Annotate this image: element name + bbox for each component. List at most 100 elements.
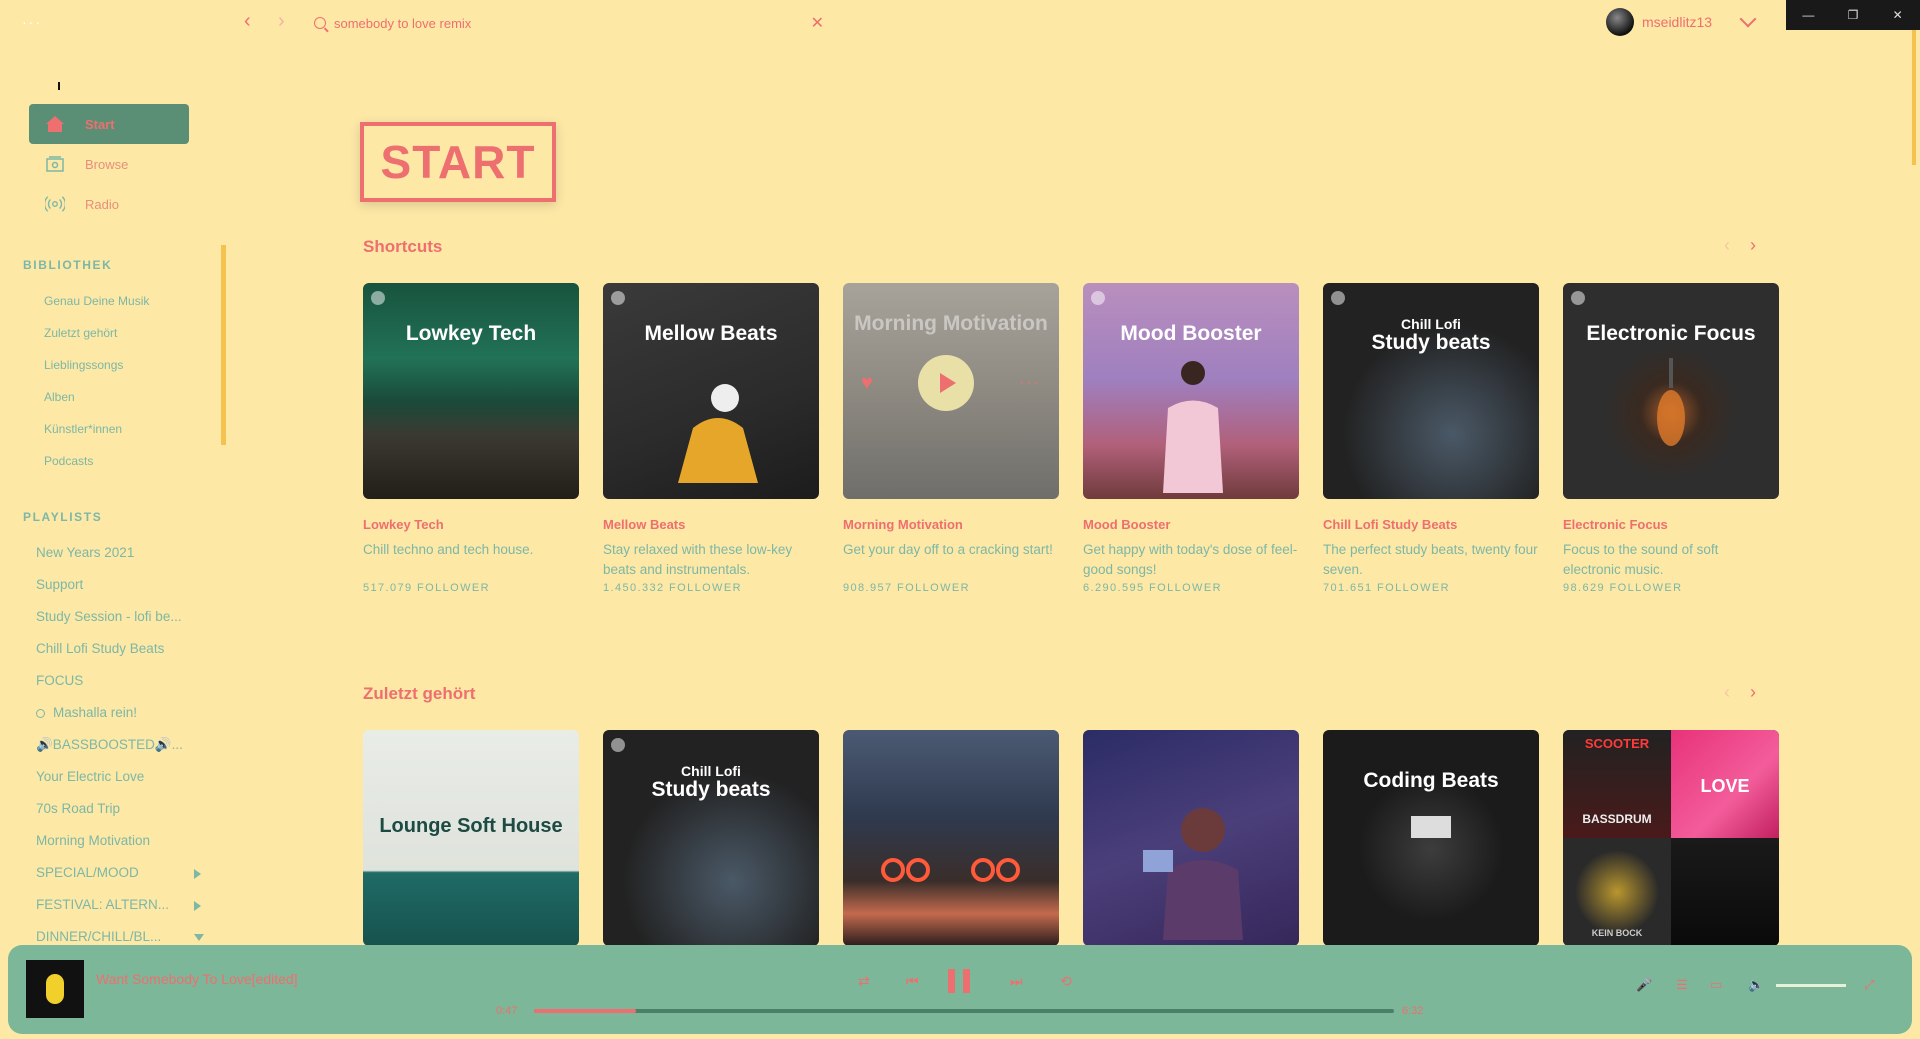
nav-start[interactable]: Start	[29, 104, 189, 144]
carousel-prev-icon[interactable]: ‹	[1724, 235, 1730, 255]
playlist-cover[interactable]: Mood Booster	[1083, 283, 1299, 499]
library-item[interactable]: Lieblingssongs	[44, 358, 123, 372]
recent-card[interactable]: Coding Beats	[1323, 730, 1539, 946]
playlist-item[interactable]: FOCUS	[36, 673, 206, 688]
library-item[interactable]: Alben	[44, 390, 75, 404]
recent-card[interactable]: SCOOTER BASSDRUM LOVE KEIN BOCK	[1563, 730, 1779, 946]
cover-title: Lounge Soft House	[379, 815, 563, 837]
folder-expand-icon[interactable]	[194, 901, 201, 911]
playlist-cover[interactable]: Mellow Beats	[603, 283, 819, 499]
avatar[interactable]	[1606, 8, 1634, 36]
next-icon[interactable]: ⏭	[1010, 973, 1023, 990]
playlist-cover[interactable]: SCOOTER BASSDRUM LOVE KEIN BOCK	[1563, 730, 1779, 946]
playlist-item[interactable]: 🔊BASSBOOSTED🔊...	[36, 737, 206, 753]
playlist-item[interactable]: Mashalla rein!	[36, 705, 206, 720]
lyrics-icon[interactable]: 🎤	[1636, 977, 1652, 993]
carousel-next-icon[interactable]: ›	[1750, 235, 1756, 255]
chevron-down-icon[interactable]	[1739, 10, 1757, 28]
playlist-item[interactable]: Support	[36, 577, 206, 592]
volume-icon[interactable]: 🔈	[1748, 977, 1764, 993]
restore-icon[interactable]: ❐	[1831, 0, 1876, 30]
card-followers: 701.651 FOLLOWER	[1323, 582, 1450, 594]
shortcut-card[interactable]: Lowkey Tech Lowkey Tech Chill techno and…	[363, 283, 579, 594]
playlist-cover[interactable]: Chill Lofi Study beats	[603, 730, 819, 946]
playlist-folder[interactable]: SPECIAL/MOOD	[36, 865, 206, 880]
pause-button[interactable]	[948, 969, 970, 993]
heart-icon[interactable]: ♥	[861, 372, 873, 395]
playlist-cover[interactable]	[1083, 730, 1299, 946]
playlist-item[interactable]: New Years 2021	[36, 545, 206, 560]
nav-radio[interactable]: Radio	[29, 184, 189, 224]
close-icon[interactable]: ✕	[1875, 0, 1920, 30]
cover-title: Mood Booster	[1120, 322, 1262, 345]
mosaic-tile: KEIN BOCK	[1563, 838, 1671, 946]
user-menu[interactable]: mseidlitz13	[1606, 8, 1757, 36]
playlist-item[interactable]: Study Session - lofi be...	[36, 609, 206, 624]
volume-slider[interactable]	[1776, 984, 1846, 987]
cover-small-title: Chill Lofi	[681, 763, 741, 779]
card-name[interactable]: Electronic Focus	[1563, 517, 1779, 532]
sidebar-scrollbar[interactable]	[221, 245, 226, 445]
playlist-cover[interactable]: Electronic Focus	[1563, 283, 1779, 499]
now-playing-cover[interactable]	[26, 960, 84, 1018]
recent-card[interactable]	[1083, 730, 1299, 946]
playlist-cover[interactable]: Lounge Soft House	[363, 730, 579, 946]
playlist-item[interactable]: Your Electric Love	[36, 769, 206, 784]
play-button[interactable]	[917, 355, 974, 411]
playlist-folder[interactable]: DINNER/CHILL/BL...	[36, 929, 206, 944]
previous-icon[interactable]: ⏮	[906, 973, 919, 990]
back-arrow-icon[interactable]: ‹	[244, 10, 251, 33]
now-playing-title[interactable]: Want Somebody To Love[edited]	[96, 971, 298, 987]
playlist-item[interactable]: Chill Lofi Study Beats	[36, 641, 206, 656]
spotify-logo-icon	[1571, 291, 1585, 305]
library-item[interactable]: Zuletzt gehört	[44, 326, 117, 340]
shuffle-icon[interactable]: ⇄	[858, 973, 870, 990]
shortcut-card[interactable]: Morning Motivation ♥ ··· Morning Motivat…	[843, 283, 1059, 594]
shortcut-card[interactable]: Mellow Beats Mellow Beats Stay relaxed w…	[603, 283, 819, 594]
folder-collapse-icon[interactable]	[194, 934, 204, 941]
minimize-icon[interactable]: —	[1786, 0, 1831, 30]
queue-icon[interactable]: ☰	[1676, 977, 1688, 993]
shortcut-card[interactable]: Mood Booster Mood Booster Get happy with…	[1083, 283, 1299, 594]
devices-icon[interactable]: ▭	[1710, 977, 1722, 993]
main-scrollbar[interactable]	[1912, 30, 1916, 165]
search-input[interactable]: somebody to love remix	[334, 16, 811, 31]
shortcut-card[interactable]: Electronic Focus Electronic Focus Focus …	[1563, 283, 1779, 594]
shortcut-card[interactable]: Chill Lofi Study beats Chill Lofi Study …	[1323, 283, 1539, 594]
playlist-cover[interactable]: Lowkey Tech	[363, 283, 579, 499]
playlist-cover[interactable]: Chill Lofi Study beats	[1323, 283, 1539, 499]
recent-card[interactable]: Chill Lofi Study beats	[603, 730, 819, 946]
card-name[interactable]: Mood Booster	[1083, 517, 1299, 532]
forward-arrow-icon[interactable]: ›	[278, 10, 285, 33]
username[interactable]: mseidlitz13	[1642, 14, 1712, 30]
clear-search-icon[interactable]: ✕	[811, 13, 824, 33]
playlist-cover[interactable]: Coding Beats	[1323, 730, 1539, 946]
fullscreen-icon[interactable]: ⤢	[1864, 977, 1874, 993]
recent-card[interactable]	[843, 730, 1059, 946]
card-name[interactable]: Lowkey Tech	[363, 517, 579, 532]
playlist-item[interactable]: Morning Motivation	[36, 833, 206, 848]
library-item[interactable]: Künstler*innen	[44, 422, 122, 436]
more-options-icon[interactable]: ···	[1019, 374, 1041, 392]
library-item[interactable]: Genau Deine Musik	[44, 294, 149, 308]
app-menu-button[interactable]: ···	[22, 14, 42, 30]
library-item[interactable]: Podcasts	[44, 454, 93, 468]
card-name[interactable]: Mellow Beats	[603, 517, 819, 532]
playlist-item[interactable]: 70s Road Trip	[36, 801, 206, 816]
nav-browse[interactable]: Browse	[29, 144, 189, 184]
card-name[interactable]: Chill Lofi Study Beats	[1323, 517, 1539, 532]
playlist-folder[interactable]: FESTIVAL: ALTERN...	[36, 897, 206, 912]
folder-expand-icon[interactable]	[194, 869, 201, 879]
playlist-cover[interactable]	[843, 730, 1059, 946]
carousel-next-icon[interactable]: ›	[1750, 682, 1756, 702]
carousel-prev-icon[interactable]: ‹	[1724, 682, 1730, 702]
card-name[interactable]: Morning Motivation	[843, 517, 1059, 532]
repeat-icon[interactable]: ⟲	[1060, 973, 1072, 990]
playlist-cover[interactable]: Morning Motivation ♥ ···	[843, 283, 1059, 499]
progress-bar[interactable]	[534, 1009, 1394, 1013]
recent-card[interactable]: Lounge Soft House	[363, 730, 579, 946]
search-bar[interactable]: somebody to love remix ✕	[314, 12, 824, 34]
car-taillights	[881, 858, 1020, 882]
playlist-item-label: Mashalla rein!	[53, 705, 138, 720]
cover-small-title: Chill Lofi	[1401, 316, 1461, 332]
